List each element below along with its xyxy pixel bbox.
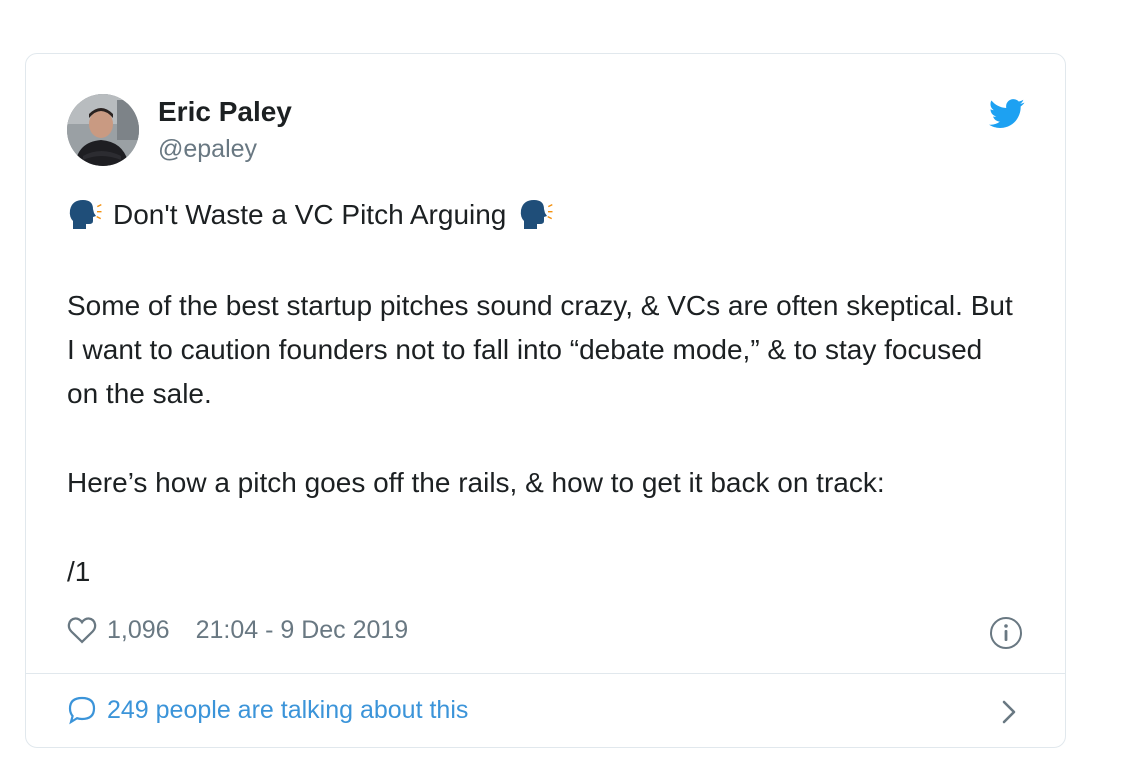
tweet-paragraph: Some of the best startup pitches sound c…	[67, 290, 1013, 409]
speaking-head-icon	[69, 200, 102, 229]
like-count[interactable]: 1,096	[107, 614, 170, 646]
author-avatar[interactable]	[67, 94, 139, 166]
tweet-card[interactable]: Eric Paley @epaley Don't Waste a VC Pitc…	[25, 53, 1066, 748]
speech-bubble-icon	[68, 696, 96, 725]
conversation-link[interactable]: 249 people are talking about this	[67, 694, 468, 726]
tweet-thread-marker: /1	[67, 556, 91, 587]
twitter-bird-icon[interactable]	[989, 99, 1025, 129]
tweet-timestamp[interactable]: 21:04 - 9 Dec 2019	[196, 614, 409, 646]
tweet-paragraph: Here’s how a pitch goes off the rails, &…	[67, 467, 885, 498]
author-name[interactable]: Eric Paley	[158, 96, 292, 128]
avatar-image	[67, 94, 139, 166]
tweet-headline: Don't Waste a VC Pitch Arguing	[113, 199, 507, 230]
info-circle-icon[interactable]	[989, 616, 1023, 650]
heart-icon[interactable]	[67, 616, 97, 644]
divider	[26, 673, 1065, 674]
chevron-right-icon[interactable]	[998, 698, 1020, 726]
speaking-head-icon	[521, 200, 553, 229]
tweet-headline-row: Don't Waste a VC Pitch Arguing	[67, 197, 554, 233]
conversation-count-label[interactable]: 249 people are talking about this	[107, 694, 468, 726]
author-handle[interactable]: @epaley	[158, 134, 257, 164]
tweet-meta: 1,096 21:04 - 9 Dec 2019	[67, 614, 408, 646]
